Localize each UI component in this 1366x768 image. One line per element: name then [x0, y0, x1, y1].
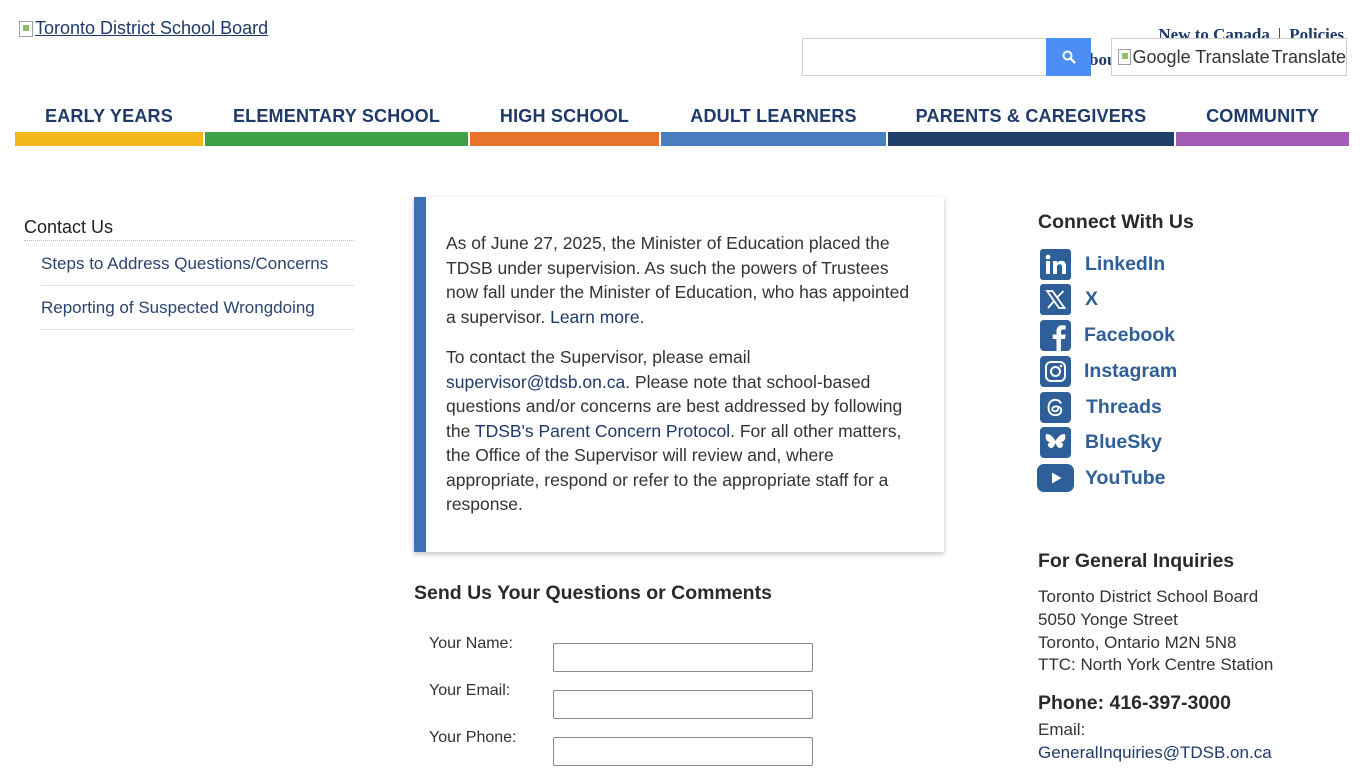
notice-paragraph: To contact the Supervisor, please email … [446, 345, 918, 517]
general-inquiries-title: For General Inquiries [1038, 550, 1235, 572]
nav-color-bar [661, 132, 886, 146]
facebook-icon [1038, 320, 1072, 351]
nav-color-bar [470, 132, 659, 146]
bluesky-icon [1038, 427, 1072, 458]
address-line: Toronto, Ontario M2N 5N8 [1038, 632, 1237, 652]
nav-label: ADULT LEARNERS [690, 105, 857, 126]
phone-number: Phone: 416-397-3000 [1038, 692, 1231, 714]
phone-label: Your Phone: [429, 729, 517, 746]
social-facebook[interactable]: Facebook [1036, 320, 1175, 351]
nav-color-bar [1176, 132, 1349, 146]
social-bluesky[interactable]: BlueSky [1036, 427, 1162, 458]
nav-elementary-school[interactable]: ELEMENTARY SCHOOL [205, 98, 468, 146]
nav-early-years[interactable]: EARLY YEARS [15, 98, 203, 146]
form-title: Send Us Your Questions or Comments [414, 582, 772, 604]
nav-community[interactable]: COMMUNITY [1176, 98, 1349, 146]
social-youtube[interactable]: YouTube [1036, 464, 1166, 492]
nav-label: COMMUNITY [1206, 105, 1319, 126]
address-line: 5050 Yonge Street [1038, 609, 1178, 629]
translate-img-alt: Google Translate [1132, 46, 1270, 67]
search-icon [1062, 50, 1076, 64]
email-field[interactable] [553, 690, 813, 719]
main-navigation: EARLY YEARS ELEMENTARY SCHOOL HIGH SCHOO… [15, 98, 1349, 146]
nav-parents-caregivers[interactable]: PARENTS & CAREGIVERS [888, 98, 1174, 146]
google-translate-button[interactable]: Google Translate Translate [1111, 38, 1347, 76]
social-label: YouTube [1085, 466, 1166, 489]
x-icon [1038, 284, 1072, 315]
social-threads[interactable]: Threads [1036, 392, 1162, 423]
translate-label: Translate [1271, 46, 1346, 67]
sidebar-item-reporting-wrongdoing[interactable]: Reporting of Suspected Wrongdoing [41, 298, 315, 318]
nav-label: HIGH SCHOOL [499, 105, 630, 126]
broken-image-icon [1118, 49, 1131, 65]
social-label: Threads [1086, 396, 1162, 418]
instagram-icon [1038, 356, 1072, 387]
connect-title: Connect With Us [1038, 211, 1194, 233]
broken-image-icon [19, 20, 33, 37]
tdsb-logo-link[interactable]: Toronto District School Board [19, 18, 268, 39]
notice-text: As of June 27, 2025, the Minister of Edu… [446, 233, 910, 327]
nav-color-bar [15, 132, 203, 146]
nav-color-bar [888, 132, 1174, 146]
social-label: Instagram [1084, 360, 1178, 382]
social-instagram[interactable]: Instagram [1036, 356, 1177, 387]
phone-field[interactable] [553, 737, 813, 766]
supervision-notice: As of June 27, 2025, the Minister of Edu… [414, 197, 944, 552]
nav-label: EARLY YEARS [45, 105, 173, 126]
social-label: BlueSky [1085, 431, 1162, 453]
address-line: Toronto District School Board [1038, 587, 1259, 606]
sidebar-item-steps-to-address[interactable]: Steps to Address Questions/Concerns [41, 254, 328, 274]
email-label-text: Email: [1038, 720, 1086, 739]
social-x[interactable]: X [1036, 284, 1098, 315]
general-inquiries-email-link[interactable]: GeneralInquiries@TDSB.on.ca [1038, 743, 1272, 763]
threads-icon [1038, 392, 1072, 423]
social-label: Facebook [1084, 324, 1176, 346]
notice-text: To contact the Supervisor, please email [446, 347, 751, 367]
logo-alt-text: Toronto District School Board [35, 18, 269, 38]
name-label: Your Name: [429, 635, 513, 652]
email-label: Your Email: [429, 682, 511, 699]
nav-adult-learners[interactable]: ADULT LEARNERS [661, 98, 886, 146]
nav-color-bar [205, 132, 468, 146]
search-button[interactable] [1046, 38, 1091, 76]
address-line: TTC: North York Centre Station [1038, 655, 1274, 675]
address-block: Toronto District School Board 5050 Yonge… [1038, 586, 1273, 677]
sidebar-divider [24, 240, 354, 241]
nav-label: PARENTS & CAREGIVERS [915, 105, 1147, 126]
nav-high-school[interactable]: HIGH SCHOOL [470, 98, 659, 146]
youtube-icon [1036, 464, 1074, 492]
parent-concern-protocol-link[interactable]: TDSB's Parent Concern Protocol [475, 421, 730, 441]
nav-label: ELEMENTARY SCHOOL [232, 105, 441, 126]
sidebar-title: Contact Us [24, 217, 114, 237]
social-linkedin[interactable]: LinkedIn [1036, 249, 1165, 280]
sidebar-divider [41, 285, 354, 286]
learn-more-link[interactable]: Learn more. [550, 307, 644, 327]
name-field[interactable] [553, 643, 813, 672]
supervisor-email-link[interactable]: supervisor@tdsb.on.ca [446, 372, 625, 392]
social-label: LinkedIn [1085, 253, 1166, 275]
notice-paragraph: As of June 27, 2025, the Minister of Edu… [446, 231, 918, 329]
social-label: X [1085, 288, 1099, 310]
linkedin-icon [1038, 249, 1072, 280]
search-input[interactable] [802, 38, 1047, 76]
sidebar-divider [41, 329, 354, 330]
